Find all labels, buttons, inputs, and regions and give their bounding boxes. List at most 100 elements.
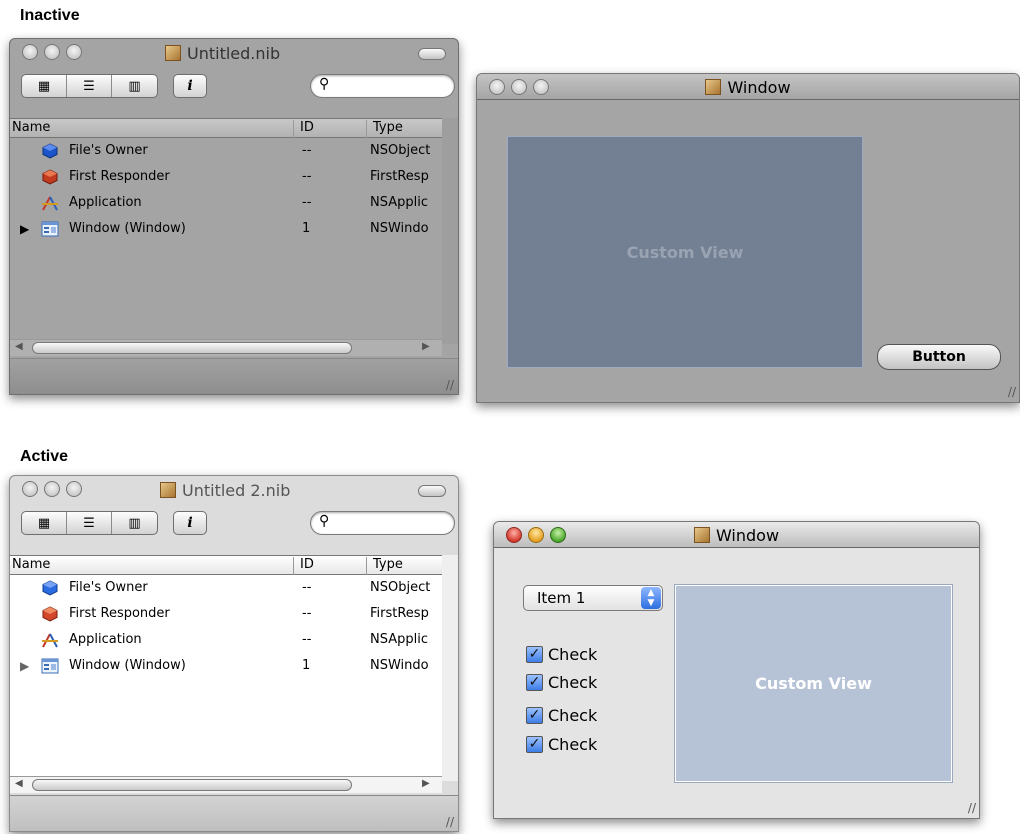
outline-view: Name ID Type File's Owner -- NSObject Fi… bbox=[10, 555, 458, 781]
checkbox-label: Check bbox=[548, 735, 598, 754]
resize-grip-icon[interactable]: // bbox=[446, 815, 454, 829]
window-titlebar: Window bbox=[477, 74, 1019, 100]
zoom-button[interactable] bbox=[66, 44, 82, 60]
outline-row[interactable]: ▶ Window (Window) 1 NSWindo bbox=[10, 218, 442, 244]
info-button[interactable]: i bbox=[173, 74, 207, 98]
column-header-name[interactable]: Name bbox=[12, 557, 50, 572]
list-view-button[interactable]: ☰ bbox=[67, 512, 112, 534]
vertical-scrollbar[interactable] bbox=[442, 555, 458, 781]
cube-icon bbox=[41, 142, 59, 160]
outline-row[interactable]: ▶ Window (Window) 1 NSWindo bbox=[10, 655, 442, 681]
row-id: -- bbox=[302, 632, 312, 647]
nib-document-icon bbox=[160, 482, 176, 498]
toolbar-toggle-button[interactable] bbox=[418, 485, 446, 497]
status-bar: // bbox=[10, 358, 458, 394]
close-button[interactable] bbox=[22, 481, 38, 497]
column-view-button[interactable]: ▥ bbox=[112, 75, 157, 97]
scroll-thumb[interactable] bbox=[32, 342, 352, 354]
search-field[interactable]: ⚲ bbox=[310, 511, 455, 535]
checkbox[interactable]: ✓ Check bbox=[526, 706, 597, 725]
column-header: Name ID Type bbox=[10, 555, 442, 575]
scroll-left-icon[interactable]: ◀ bbox=[15, 778, 23, 789]
window-title-text: Window bbox=[727, 78, 791, 97]
first-responder-icon bbox=[41, 605, 59, 623]
checkbox[interactable]: ✓ Check bbox=[526, 735, 597, 754]
row-type: NSApplic bbox=[370, 632, 428, 647]
search-field[interactable]: ⚲ bbox=[310, 74, 455, 98]
checkbox-label: Check bbox=[548, 706, 598, 725]
disclosure-triangle-icon[interactable]: ▶ bbox=[20, 659, 29, 673]
view-mode-segmented-control: ▦ ☰ ▥ bbox=[21, 511, 158, 535]
scroll-right-icon[interactable]: ▶ bbox=[422, 778, 430, 789]
design-window-inactive: Window Custom View Button // bbox=[476, 73, 1020, 403]
row-name: File's Owner bbox=[69, 143, 148, 158]
custom-view[interactable]: Custom View bbox=[674, 584, 953, 783]
scroll-right-icon[interactable]: ▶ bbox=[422, 341, 430, 352]
column-header-name[interactable]: Name bbox=[12, 120, 50, 135]
design-window-active: Window Item 1 ▲ ▼ ✓ Check ✓ Check ✓ Check ✓ C… bbox=[493, 521, 980, 819]
column-header-id[interactable]: ID bbox=[293, 557, 314, 575]
resize-grip-icon[interactable]: // bbox=[968, 801, 976, 815]
row-name: Application bbox=[69, 195, 142, 210]
checkbox-label: Check bbox=[548, 673, 598, 692]
application-icon bbox=[41, 194, 59, 212]
checkmark-icon: ✓ bbox=[526, 646, 543, 663]
disclosure-triangle-icon[interactable]: ▶ bbox=[20, 222, 29, 236]
outline-row[interactable]: File's Owner -- NSObject bbox=[10, 140, 442, 166]
row-type: NSWindo bbox=[370, 221, 429, 236]
nib-window-inactive: Untitled.nib ▦ ☰ ▥ i ⚲ Name ID Type File… bbox=[9, 38, 459, 395]
row-id: -- bbox=[302, 580, 312, 595]
close-button[interactable] bbox=[22, 44, 38, 60]
section-label-active: Active bbox=[20, 448, 69, 465]
status-bar: // bbox=[10, 795, 458, 831]
zoom-button[interactable] bbox=[66, 481, 82, 497]
row-id: -- bbox=[302, 143, 312, 158]
checkbox[interactable]: ✓ Check bbox=[526, 673, 597, 692]
popup-arrows-icon: ▲ ▼ bbox=[641, 587, 661, 609]
application-icon bbox=[41, 631, 59, 649]
custom-view[interactable]: Custom View bbox=[507, 136, 863, 368]
icon-view-button[interactable]: ▦ bbox=[22, 512, 67, 534]
checkbox[interactable]: ✓ Check bbox=[526, 645, 597, 664]
nib-titlebar: Untitled 2.nib bbox=[10, 476, 458, 502]
minimize-button[interactable] bbox=[44, 481, 60, 497]
outline-row[interactable]: First Responder -- FirstResp bbox=[10, 603, 442, 629]
resize-grip-icon[interactable]: // bbox=[1008, 385, 1016, 399]
push-button[interactable]: Button bbox=[877, 344, 1001, 370]
scroll-left-icon[interactable]: ◀ bbox=[15, 341, 23, 352]
row-name: Application bbox=[69, 632, 142, 647]
scroll-thumb[interactable] bbox=[32, 779, 352, 791]
outline-row[interactable]: First Responder -- FirstResp bbox=[10, 166, 442, 192]
outline-row[interactable]: File's Owner -- NSObject bbox=[10, 577, 442, 603]
outline-row[interactable]: Application -- NSApplic bbox=[10, 192, 442, 218]
resize-grip-icon[interactable]: // bbox=[446, 378, 454, 392]
column-view-button[interactable]: ▥ bbox=[112, 512, 157, 534]
window-title-text: Untitled 2.nib bbox=[182, 481, 291, 500]
column-header-id[interactable]: ID bbox=[293, 120, 314, 138]
column-header-type[interactable]: Type bbox=[366, 557, 403, 575]
info-button[interactable]: i bbox=[173, 511, 207, 535]
icon-view-button[interactable]: ▦ bbox=[22, 75, 67, 97]
outline-row[interactable]: Application -- NSApplic bbox=[10, 629, 442, 655]
column-header-type[interactable]: Type bbox=[366, 120, 403, 138]
horizontal-scrollbar[interactable]: ◀ ▶ bbox=[10, 776, 442, 793]
row-type: NSApplic bbox=[370, 195, 428, 210]
popup-button[interactable]: Item 1 ▲ ▼ bbox=[523, 585, 663, 611]
list-view-button[interactable]: ☰ bbox=[67, 75, 112, 97]
nib-titlebar: Untitled.nib bbox=[10, 39, 458, 65]
toolbar-toggle-button[interactable] bbox=[418, 48, 446, 60]
search-icon: ⚲ bbox=[319, 76, 330, 92]
row-name: Window (Window) bbox=[69, 658, 186, 673]
horizontal-scrollbar[interactable]: ◀ ▶ bbox=[10, 339, 442, 356]
row-type: NSObject bbox=[370, 143, 431, 158]
vertical-scrollbar[interactable] bbox=[442, 118, 458, 344]
checkmark-icon: ✓ bbox=[526, 707, 543, 724]
nib-window-active: Untitled 2.nib ▦ ☰ ▥ i ⚲ Name ID Type Fi… bbox=[9, 475, 459, 832]
minimize-button[interactable] bbox=[44, 44, 60, 60]
view-mode-segmented-control: ▦ ☰ ▥ bbox=[21, 74, 158, 98]
search-icon: ⚲ bbox=[319, 513, 330, 529]
window-title: Untitled.nib bbox=[165, 44, 280, 63]
row-name: First Responder bbox=[69, 606, 170, 621]
window-title: Untitled 2.nib bbox=[160, 481, 290, 500]
row-name: File's Owner bbox=[69, 580, 148, 595]
